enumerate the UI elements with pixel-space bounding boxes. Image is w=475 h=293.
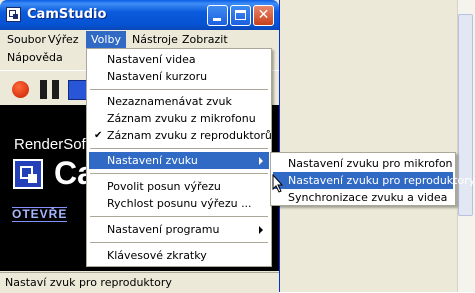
- minimize-button[interactable]: [207, 5, 228, 26]
- checkmark-icon: ✔: [94, 130, 103, 141]
- preview-sub-text: OTEVŘE: [12, 207, 68, 222]
- menu-nastroje[interactable]: Nástroje: [127, 31, 183, 49]
- menu-volby[interactable]: Volby: [86, 31, 126, 49]
- stop-button[interactable]: [68, 80, 88, 100]
- menu-item-record-speakers[interactable]: ✔ Záznam zvuku z reproduktorů: [89, 127, 272, 144]
- vertical-scrollbar[interactable]: [457, 0, 475, 292]
- submenu-arrow-icon: [259, 157, 263, 165]
- menu-napoveda[interactable]: Nápověda: [2, 49, 68, 67]
- menu-item-label: Povolit posun výřezu: [107, 180, 221, 193]
- menu-item-label: Záznam zvuku z mikrofonu: [107, 112, 256, 125]
- close-icon: ✕: [257, 7, 270, 23]
- menu-item-label: Klávesové zkratky: [107, 249, 207, 262]
- menu-separator: [90, 148, 268, 149]
- preview-brand-text: RenderSof: [14, 136, 86, 153]
- maximize-button[interactable]: [230, 5, 251, 26]
- menu-item-no-audio[interactable]: Nezaznamenávat zvuk: [89, 93, 269, 110]
- menu-item-record-microphone[interactable]: Záznam zvuku z mikrofonu: [89, 110, 269, 127]
- submenu-item-sync[interactable]: Synchronizace zvuku a videa: [273, 189, 453, 206]
- close-button[interactable]: ✕: [253, 5, 274, 26]
- submenu-item-label: Nastavení zvuku pro mikrofon: [288, 157, 453, 170]
- minimize-icon: [213, 18, 221, 21]
- title-bar[interactable]: CamStudio ✕: [0, 0, 279, 30]
- menu-item-label: Nastavení programu: [107, 223, 220, 236]
- camstudio-app-icon: [6, 7, 21, 22]
- menu-item-label: Nezaznamenávat zvuk: [107, 95, 232, 108]
- menu-vyrez[interactable]: Výřez: [43, 31, 84, 49]
- menu-item-keyboard-shortcuts[interactable]: Klávesové zkratky: [89, 247, 269, 264]
- menu-item-program-settings[interactable]: Nastavení programu: [89, 221, 269, 238]
- menu-item-label: Nastavení videa: [107, 53, 196, 66]
- background-window: [279, 0, 475, 292]
- camstudio-logo-icon: [13, 159, 43, 189]
- menu-item-cursor-settings[interactable]: Nastavení kurzoru: [89, 68, 269, 85]
- audio-settings-submenu: Nastavení zvuku pro mikrofon Nastavení z…: [270, 152, 475, 206]
- menu-item-pan-speed[interactable]: Rychlost posunu výřezu ...: [89, 195, 269, 212]
- window-title: CamStudio: [27, 7, 107, 22]
- mouse-cursor-icon: [272, 174, 284, 193]
- menu-separator: [90, 242, 268, 243]
- menu-separator: [90, 216, 268, 217]
- status-bar: Nastaví zvuk pro reproduktory: [0, 272, 279, 293]
- menu-separator: [90, 173, 268, 174]
- maximize-icon: [235, 10, 246, 20]
- status-text: Nastaví zvuk pro reproduktory: [5, 276, 172, 289]
- menu-item-audio-settings[interactable]: Nastavení zvuku: [89, 152, 269, 169]
- menu-item-label: Záznam zvuku z reproduktorů: [107, 129, 272, 142]
- submenu-item-microphone[interactable]: Nastavení zvuku pro mikrofon: [273, 155, 453, 172]
- menu-item-label: Rychlost posunu výřezu ...: [107, 197, 252, 210]
- menu-item-label: Nastavení kurzoru: [107, 70, 208, 83]
- menu-item-video-settings[interactable]: Nastavení videa: [89, 51, 269, 68]
- submenu-item-speakers[interactable]: Nastavení zvuku pro reproduktory: [273, 172, 475, 189]
- volby-dropdown-menu: Nastavení videa Nastavení kurzoru Nezazn…: [86, 48, 272, 267]
- record-button[interactable]: [12, 81, 29, 98]
- menu-zobrazit[interactable]: Zobrazit: [177, 31, 233, 49]
- menu-item-enable-pan[interactable]: Povolit posun výřezu: [89, 178, 269, 195]
- pause-button[interactable]: [40, 80, 60, 99]
- submenu-item-label: Nastavení zvuku pro reproduktory: [288, 174, 475, 187]
- submenu-item-label: Synchronizace zvuku a videa: [288, 191, 448, 204]
- menu-separator: [90, 89, 268, 90]
- submenu-arrow-icon: [259, 226, 263, 234]
- menu-item-label: Nastavení zvuku: [107, 154, 198, 167]
